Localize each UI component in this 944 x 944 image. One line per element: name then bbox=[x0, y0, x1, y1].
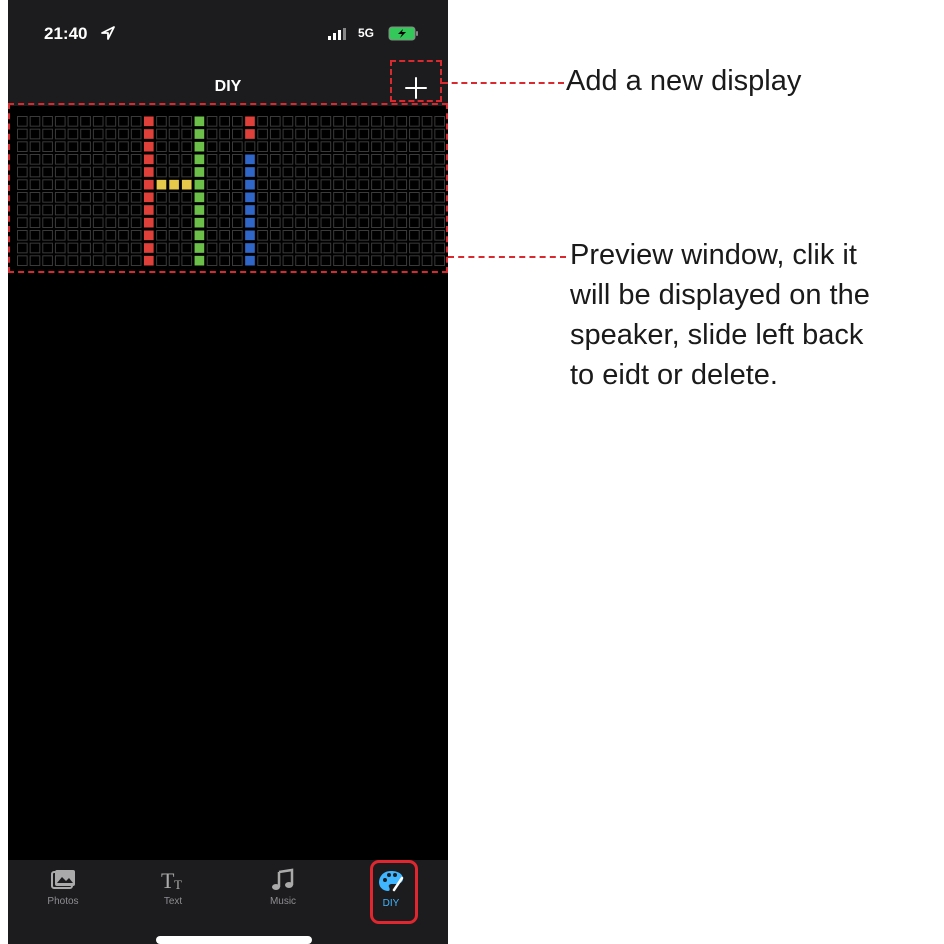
add-display-annotation: Add a new display bbox=[566, 65, 802, 97]
preview-annotation-line4: to eidt or delete. bbox=[570, 359, 778, 391]
tab-photos[interactable]: Photos bbox=[28, 868, 98, 928]
tab-label: Photos bbox=[47, 896, 79, 907]
diy-tab-highlight bbox=[370, 860, 418, 924]
tab-label: Text bbox=[163, 896, 183, 907]
music-icon bbox=[272, 868, 294, 890]
page-title: DIY bbox=[214, 78, 242, 95]
svg-text:T: T bbox=[161, 868, 175, 892]
nav-bar: DIY bbox=[8, 70, 448, 106]
status-time: 21:40 bbox=[44, 24, 88, 43]
preview-annotation-line2: will be displayed on the bbox=[570, 279, 870, 311]
signal-icon bbox=[328, 28, 346, 40]
add-button-callout-line bbox=[442, 82, 564, 84]
add-button-callout-box bbox=[390, 60, 442, 102]
tab-music[interactable]: Music bbox=[248, 868, 318, 928]
preview-annotation-line3: speaker, slide left back bbox=[570, 319, 864, 351]
tab-label: Music bbox=[269, 896, 297, 907]
text-icon: T T bbox=[161, 868, 182, 892]
network-type: 5G bbox=[358, 26, 375, 40]
home-indicator bbox=[156, 936, 312, 944]
preview-annotation-line1: Preview window, clik it bbox=[570, 239, 857, 271]
svg-text:T: T bbox=[174, 877, 182, 892]
battery-charging-icon bbox=[388, 26, 418, 41]
preview-callout-line bbox=[448, 256, 566, 258]
preview-callout-box bbox=[8, 103, 448, 273]
tab-text[interactable]: T T Text bbox=[138, 868, 208, 928]
status-bar: 21:40 5G bbox=[8, 0, 448, 70]
location-arrow-icon bbox=[101, 26, 115, 40]
display-list-area bbox=[8, 275, 448, 860]
photos-icon bbox=[51, 870, 75, 889]
